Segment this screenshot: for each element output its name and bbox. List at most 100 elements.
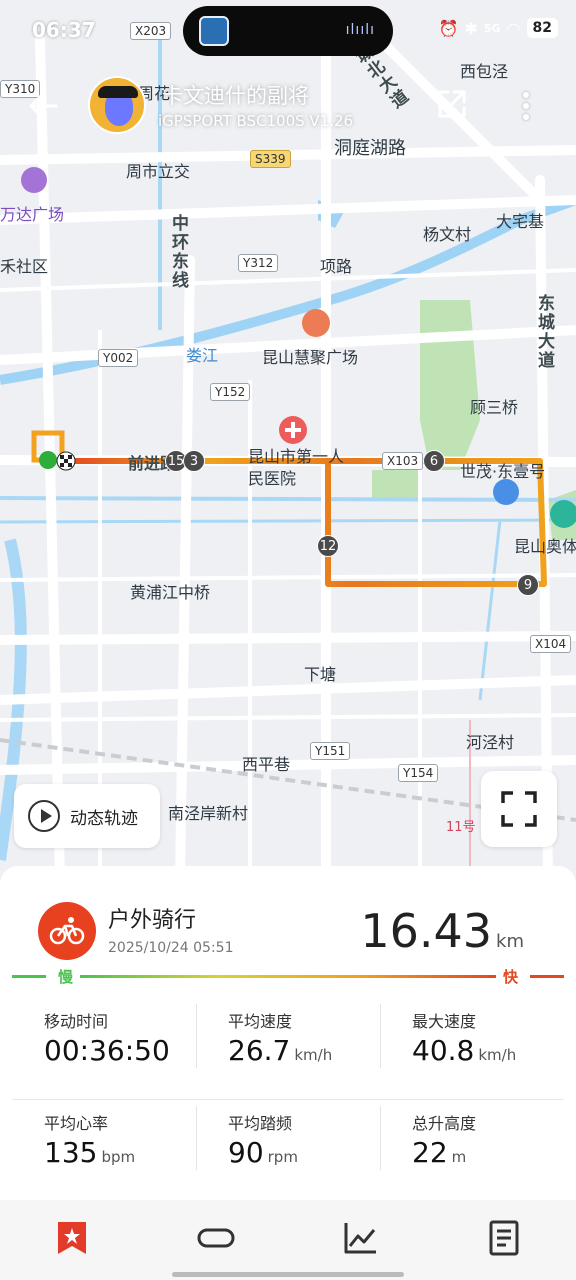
label-line11: 11号 xyxy=(446,820,476,835)
more-dot-icon xyxy=(523,114,529,120)
stat-value: 22 m xyxy=(412,1136,467,1169)
chart-icon xyxy=(344,1223,376,1254)
report-icon xyxy=(489,1220,519,1256)
label-xipingxiang: 西平巷 xyxy=(242,755,291,774)
page-title: 卡文迪什的副将 xyxy=(162,84,309,108)
island-app-icon xyxy=(199,16,229,46)
road-s339: S339 xyxy=(250,150,291,168)
share-button[interactable] xyxy=(436,88,468,120)
bookmark-icon xyxy=(58,1222,86,1254)
nav-summary-tab[interactable] xyxy=(52,1218,92,1258)
bottom-nav xyxy=(0,1200,576,1280)
label-yangwencun: 杨文村 xyxy=(423,225,472,244)
dynamic-island[interactable]: ılıılı xyxy=(183,6,393,56)
stat-label: 移动时间 xyxy=(44,1012,109,1031)
battery-indicator: 82 xyxy=(526,18,558,38)
label-xianglu: 项路 xyxy=(320,257,353,276)
stat-label: 最大速度 xyxy=(412,1012,477,1031)
label-dongcheng-avenue: 东城大道 xyxy=(534,294,554,370)
speed-legend: 慢 快 xyxy=(12,966,564,986)
wifi-icon: ◠ xyxy=(506,18,521,38)
stat-value: 40.8 km/h xyxy=(412,1034,517,1067)
stat-avg-heart-rate: 平均心率 135 bpm xyxy=(12,1102,196,1202)
road-x103: X103 xyxy=(382,452,424,470)
label-xibaojing: 西包泾 xyxy=(460,62,509,81)
km-marker: 3 xyxy=(183,450,205,472)
road-y312: Y312 xyxy=(238,254,279,272)
cellular-signal-icon: 5G xyxy=(483,21,501,35)
label-first-hospital: 昆山市第一人民医院 xyxy=(248,447,345,488)
nav-laps-tab[interactable] xyxy=(196,1218,236,1258)
route-map[interactable]: X203 Y310 S339 Y312 Y002 Y152 X103 X104 … xyxy=(0,0,576,880)
road-y151: Y151 xyxy=(310,742,351,760)
stat-label: 平均踏频 xyxy=(228,1114,293,1133)
avatar[interactable] xyxy=(88,76,146,134)
label-nanjingan: 南泾岸新村 xyxy=(168,804,249,823)
nav-report-tab[interactable] xyxy=(484,1218,524,1258)
label-zhonghuan-east: 中环东线 xyxy=(168,214,188,290)
fullscreen-icon xyxy=(501,791,537,827)
stat-label: 平均速度 xyxy=(228,1012,293,1031)
fullscreen-button[interactable] xyxy=(481,771,557,847)
label-huiju-plaza: 昆山慧聚广场 xyxy=(262,348,359,367)
start-marker xyxy=(39,451,57,469)
label-huangpujiang-bridge: 黄浦江中桥 xyxy=(130,583,211,602)
label-loujiang: 娄江 xyxy=(186,346,219,365)
stat-avg-speed: 平均速度 26.7 km/h xyxy=(196,1000,380,1100)
label-zhoushi-interchange: 周市立交 xyxy=(126,162,191,181)
nav-chart-tab[interactable] xyxy=(340,1218,380,1258)
capsule-icon xyxy=(197,1228,235,1248)
more-dot-icon xyxy=(523,92,529,98)
bluetooth-icon: ✱ xyxy=(464,18,478,38)
more-dot-icon xyxy=(523,103,529,109)
road-y002: Y002 xyxy=(98,349,139,367)
more-options-button[interactable] xyxy=(516,88,536,124)
stat-value: 90 rpm xyxy=(228,1136,298,1169)
speed-gradient-bar xyxy=(80,975,496,978)
status-time: 06:37 xyxy=(32,18,96,42)
animated-track-label: 动态轨迹 xyxy=(70,808,138,829)
home-indicator xyxy=(172,1272,404,1277)
label-he-community: 禾社区 xyxy=(0,257,49,276)
label-dazhaiji: 大宅基 xyxy=(496,212,545,231)
label-gusanqiao: 顾三桥 xyxy=(470,398,519,417)
label-shimao: 世茂·东壹号 xyxy=(460,462,546,481)
back-button[interactable] xyxy=(26,88,62,124)
distance-value: 16.43 xyxy=(360,904,493,958)
label-xiatang: 下塘 xyxy=(304,665,337,684)
animated-track-button[interactable]: 动态轨迹 xyxy=(14,784,160,848)
label-dongtinghu-road: 洞庭湖路 xyxy=(334,138,406,159)
alarm-icon: ⏰ xyxy=(438,18,459,38)
cycling-icon xyxy=(38,902,96,960)
label-hejingcun: 河泾村 xyxy=(466,733,515,752)
stat-label: 平均心率 xyxy=(44,1114,109,1133)
km-marker: 9 xyxy=(517,574,539,596)
road-x104: X104 xyxy=(530,635,572,653)
stat-total-ascent: 总升高度 22 m xyxy=(380,1102,564,1202)
audio-wave-icon: ılıılı xyxy=(345,22,375,38)
stat-value: 26.7 km/h xyxy=(228,1034,333,1067)
activity-type: 户外骑行 xyxy=(108,908,197,933)
speed-slow-label: 慢 xyxy=(58,968,74,986)
road-y152: Y152 xyxy=(210,383,251,401)
stat-max-speed: 最大速度 40.8 km/h xyxy=(380,1000,564,1100)
km-marker: 6 xyxy=(423,450,445,472)
stat-label: 总升高度 xyxy=(412,1114,477,1133)
label-kunshan-olympic: 昆山奥体 xyxy=(514,537,576,556)
stat-moving-time: 移动时间 00:36:50 xyxy=(12,1000,196,1100)
stats-row: 移动时间 00:36:50 平均速度 26.7 km/h 最大速度 40.8 km/… xyxy=(12,1000,564,1100)
label-wanda-plaza: 万达广场 xyxy=(0,205,65,224)
speed-fast-label: 快 xyxy=(502,968,518,986)
distance-unit: km xyxy=(496,931,524,952)
distance-display: 16.43 km xyxy=(360,904,524,958)
share-icon xyxy=(438,90,466,118)
arrow-left-icon xyxy=(29,93,58,119)
stats-row: 平均心率 135 bpm 平均踏频 90 rpm 总升高度 22 m xyxy=(12,1102,564,1202)
km-marker: 12 xyxy=(317,535,339,557)
stat-value: 00:36:50 xyxy=(44,1034,170,1067)
status-icons: ⏰ ✱ 5G ◠ 82 xyxy=(439,18,558,38)
status-bar: 06:37 ılıılı ⏰ ✱ 5G ◠ 82 xyxy=(0,0,576,60)
stat-avg-cadence: 平均踏频 90 rpm xyxy=(196,1102,380,1202)
stat-value: 135 bpm xyxy=(44,1136,136,1169)
activity-datetime: 2025/10/24 05:51 xyxy=(108,940,234,956)
